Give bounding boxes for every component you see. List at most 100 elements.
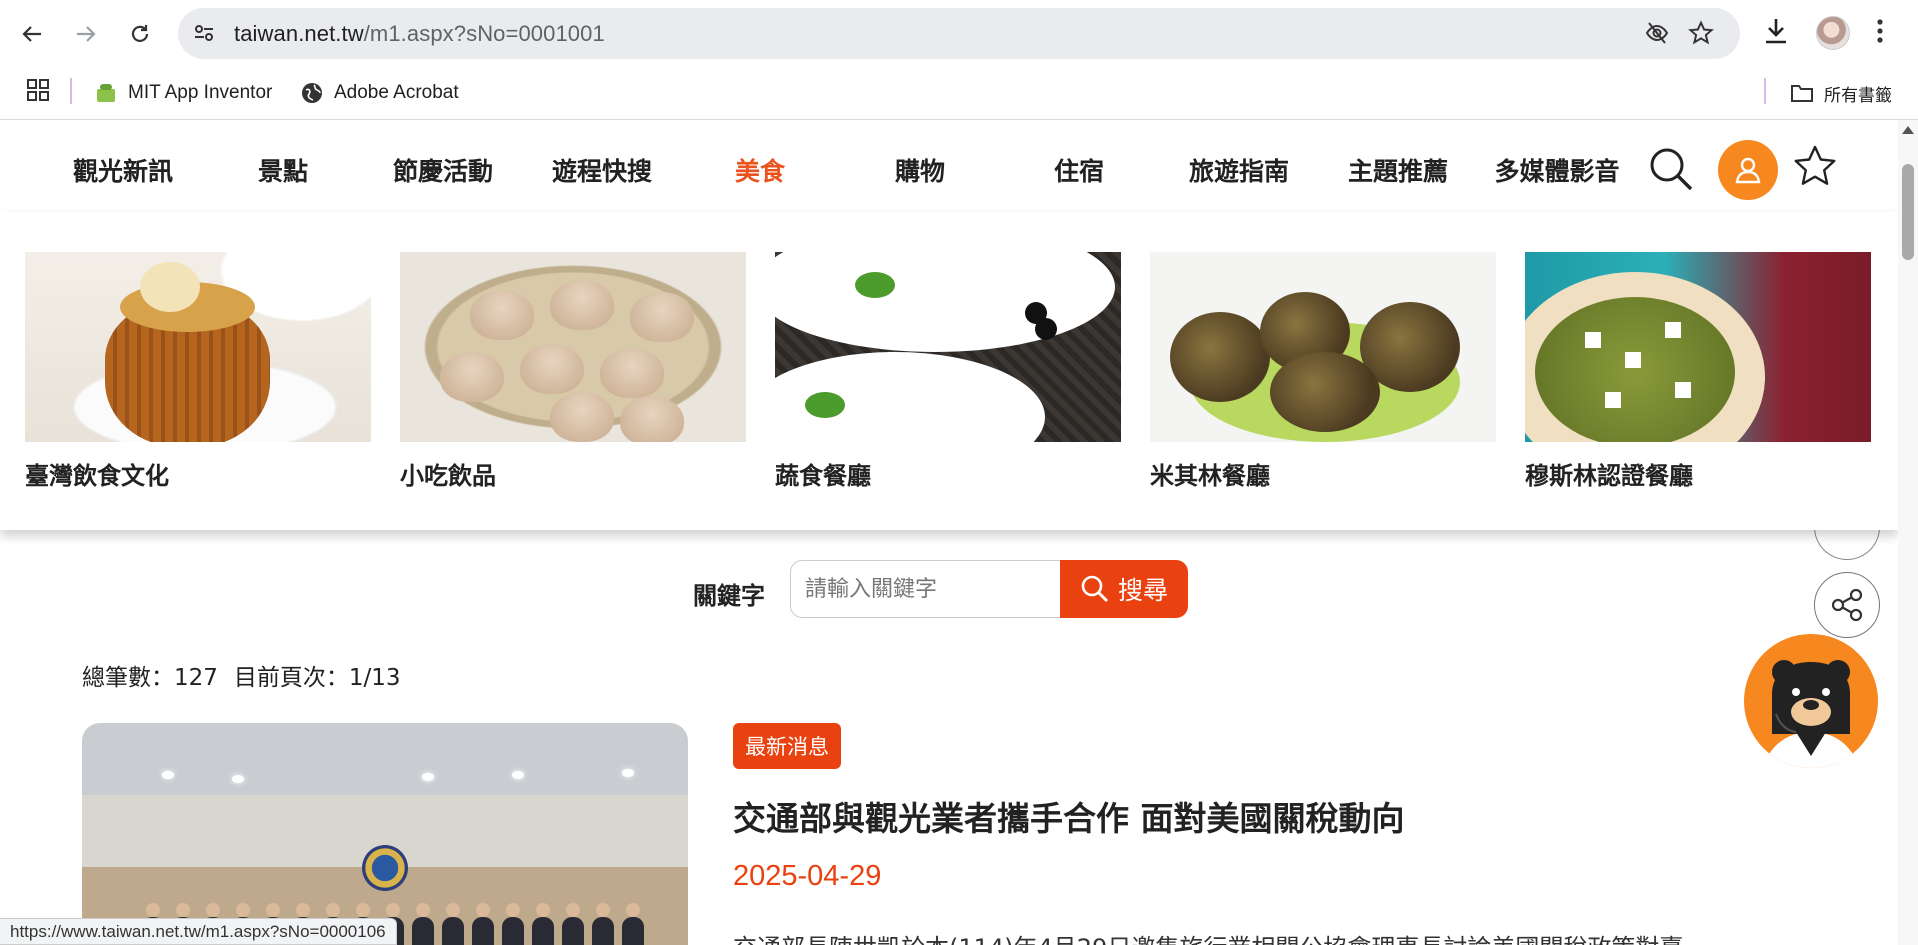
ceiling-light — [232, 775, 244, 783]
all-bookmarks-button[interactable]: 所有書籤 — [1790, 78, 1892, 108]
group-photo-person — [502, 903, 524, 945]
share-icon — [1831, 588, 1863, 622]
more-menu-icon[interactable] — [1874, 16, 1886, 46]
reload-button[interactable] — [120, 14, 160, 54]
bookmark-mit-app-inventor[interactable]: MIT App Inventor — [94, 78, 272, 108]
news-excerpt: 交通部長陳世凱於本(114)年4月29日邀集旅行業相關公協會理事長討論美國關稅政… — [733, 928, 1683, 945]
food-card-label: 蔬食餐廳 — [775, 462, 871, 490]
food-card-label: 臺灣飲食文化 — [25, 462, 169, 490]
news-title[interactable]: 交通部與觀光業者攜手合作 面對美國關稅動向 — [733, 792, 1405, 840]
search-button-label: 搜尋 — [1117, 576, 1168, 605]
food-image — [1525, 252, 1871, 442]
share-button[interactable] — [1814, 572, 1880, 638]
ceiling-light — [422, 773, 434, 781]
dumpling — [600, 348, 664, 398]
keyword-label: 關鍵字 — [693, 582, 765, 610]
nav-item-themes[interactable]: 主題推薦 — [1318, 152, 1478, 188]
nav-item-itineraries[interactable]: 遊程快搜 — [522, 152, 682, 188]
nav-item-food[interactable]: 美食 — [680, 152, 840, 188]
food-card-dining-culture[interactable]: 臺灣飲食文化 — [25, 252, 371, 491]
scroll-up-arrow-icon[interactable] — [1902, 126, 1914, 134]
dish — [775, 252, 1115, 352]
apps-grid-icon[interactable] — [26, 78, 50, 102]
web-page: 觀光新訊 景點 節慶活動 遊程快搜 美食 購物 住宿 旅遊指南 主題推薦 多媒體… — [0, 120, 1898, 945]
forward-button[interactable] — [66, 14, 106, 54]
food-card-label: 小吃飲品 — [400, 462, 496, 490]
current-page: 目前頁次：1/13 — [233, 665, 401, 691]
tofu-cube — [1585, 332, 1601, 348]
user-account-button[interactable] — [1718, 140, 1778, 200]
ceiling-light — [162, 771, 174, 779]
site-navigation: 觀光新訊 景點 節慶活動 遊程快搜 美食 購物 住宿 旅遊指南 主題推薦 多媒體… — [0, 120, 1898, 212]
search-icon — [1081, 575, 1109, 603]
ceiling-light — [622, 769, 634, 777]
group-photo-person — [562, 903, 584, 945]
nav-item-shopping[interactable]: 購物 — [840, 152, 1000, 188]
reload-icon — [131, 25, 149, 42]
nav-item-lodging[interactable]: 住宿 — [999, 152, 1159, 188]
news-thumbnail[interactable] — [82, 723, 688, 945]
news-date: 2025-04-29 — [733, 860, 882, 892]
nav-item-travel-guide[interactable]: 旅遊指南 — [1159, 152, 1319, 188]
chatbot-bear-mascot[interactable] — [1744, 634, 1878, 768]
nav-item-attractions[interactable]: 景點 — [203, 152, 363, 188]
food-card-snacks-drinks[interactable]: 小吃飲品 — [400, 252, 746, 491]
nav-item-multimedia[interactable]: 多媒體影音 — [1477, 152, 1637, 188]
url-path: /m1.aspx?sNo=0001001 — [363, 21, 605, 46]
abalone — [1270, 352, 1380, 432]
dumpling — [550, 280, 614, 330]
tofu-cube — [1625, 352, 1641, 368]
user-icon — [1735, 157, 1761, 184]
dumpling — [620, 396, 684, 442]
scrollbar-thumb[interactable] — [1902, 164, 1914, 260]
globe-icon — [302, 83, 322, 103]
food-image — [775, 252, 1121, 442]
food-card-michelin[interactable]: 米其林餐廳 — [1150, 252, 1496, 491]
all-bookmarks-label: 所有書籤 — [1824, 85, 1892, 105]
url-host: taiwan.net.tw — [234, 21, 364, 46]
group-photo-person — [472, 903, 494, 945]
bookmarks-separator — [70, 78, 72, 104]
download-icon[interactable] — [1762, 16, 1790, 46]
tofu-cube — [1665, 322, 1681, 338]
favorites-star-icon[interactable] — [1792, 144, 1838, 190]
food-image — [1150, 252, 1496, 442]
herb-leaf — [805, 392, 845, 418]
group-photo-person — [592, 903, 614, 945]
dumpling — [470, 290, 534, 340]
tofu-cube — [1605, 392, 1621, 408]
food-card-muslim-friendly[interactable]: 穆斯林認證餐廳 — [1525, 252, 1871, 491]
keyword-search-input[interactable] — [790, 560, 1060, 618]
back-button[interactable] — [12, 14, 52, 54]
tofu-cube — [1675, 382, 1691, 398]
salad — [1535, 297, 1735, 442]
profile-avatar[interactable] — [1816, 16, 1850, 50]
keyword-search-button[interactable]: 搜尋 — [1060, 560, 1188, 618]
page-scrollbar[interactable] — [1898, 120, 1918, 945]
dumpling — [630, 292, 694, 342]
bookmark-adobe-acrobat[interactable]: Adobe Acrobat — [300, 78, 459, 108]
abalone — [1170, 312, 1270, 402]
dumpling — [440, 352, 504, 402]
dumpling — [550, 392, 614, 442]
food-image — [25, 252, 371, 442]
bookmark-label: Adobe Acrobat — [334, 82, 459, 103]
url-text[interactable]: taiwan.net.tw/m1.aspx?sNo=0001001 — [234, 21, 605, 47]
ceiling-light — [512, 771, 524, 779]
nav-item-news[interactable]: 觀光新訊 — [43, 152, 203, 188]
food-card-vegetarian[interactable]: 蔬食餐廳 — [775, 252, 1121, 491]
address-bar[interactable]: taiwan.net.tw/m1.aspx?sNo=0001001 — [178, 8, 1740, 59]
bookmark-star-icon[interactable] — [1688, 20, 1714, 46]
folder-icon — [1791, 85, 1813, 102]
food-garnish — [140, 262, 200, 312]
tracking-protection-icon[interactable] — [1644, 20, 1670, 46]
back-arrow-icon — [22, 26, 41, 42]
herb-leaf — [855, 272, 895, 298]
search-icon[interactable] — [1648, 146, 1694, 192]
food-image — [400, 252, 746, 442]
food-dropdown-menu: 臺灣飲食文化 小吃飲品 蔬食餐廳 米其林餐廳 穆斯林認證餐廳 — [0, 212, 1898, 530]
black-bean — [1035, 318, 1057, 340]
group-photo-person — [532, 903, 554, 945]
site-settings-icon[interactable] — [192, 21, 216, 45]
nav-item-festivals[interactable]: 節慶活動 — [363, 152, 523, 188]
